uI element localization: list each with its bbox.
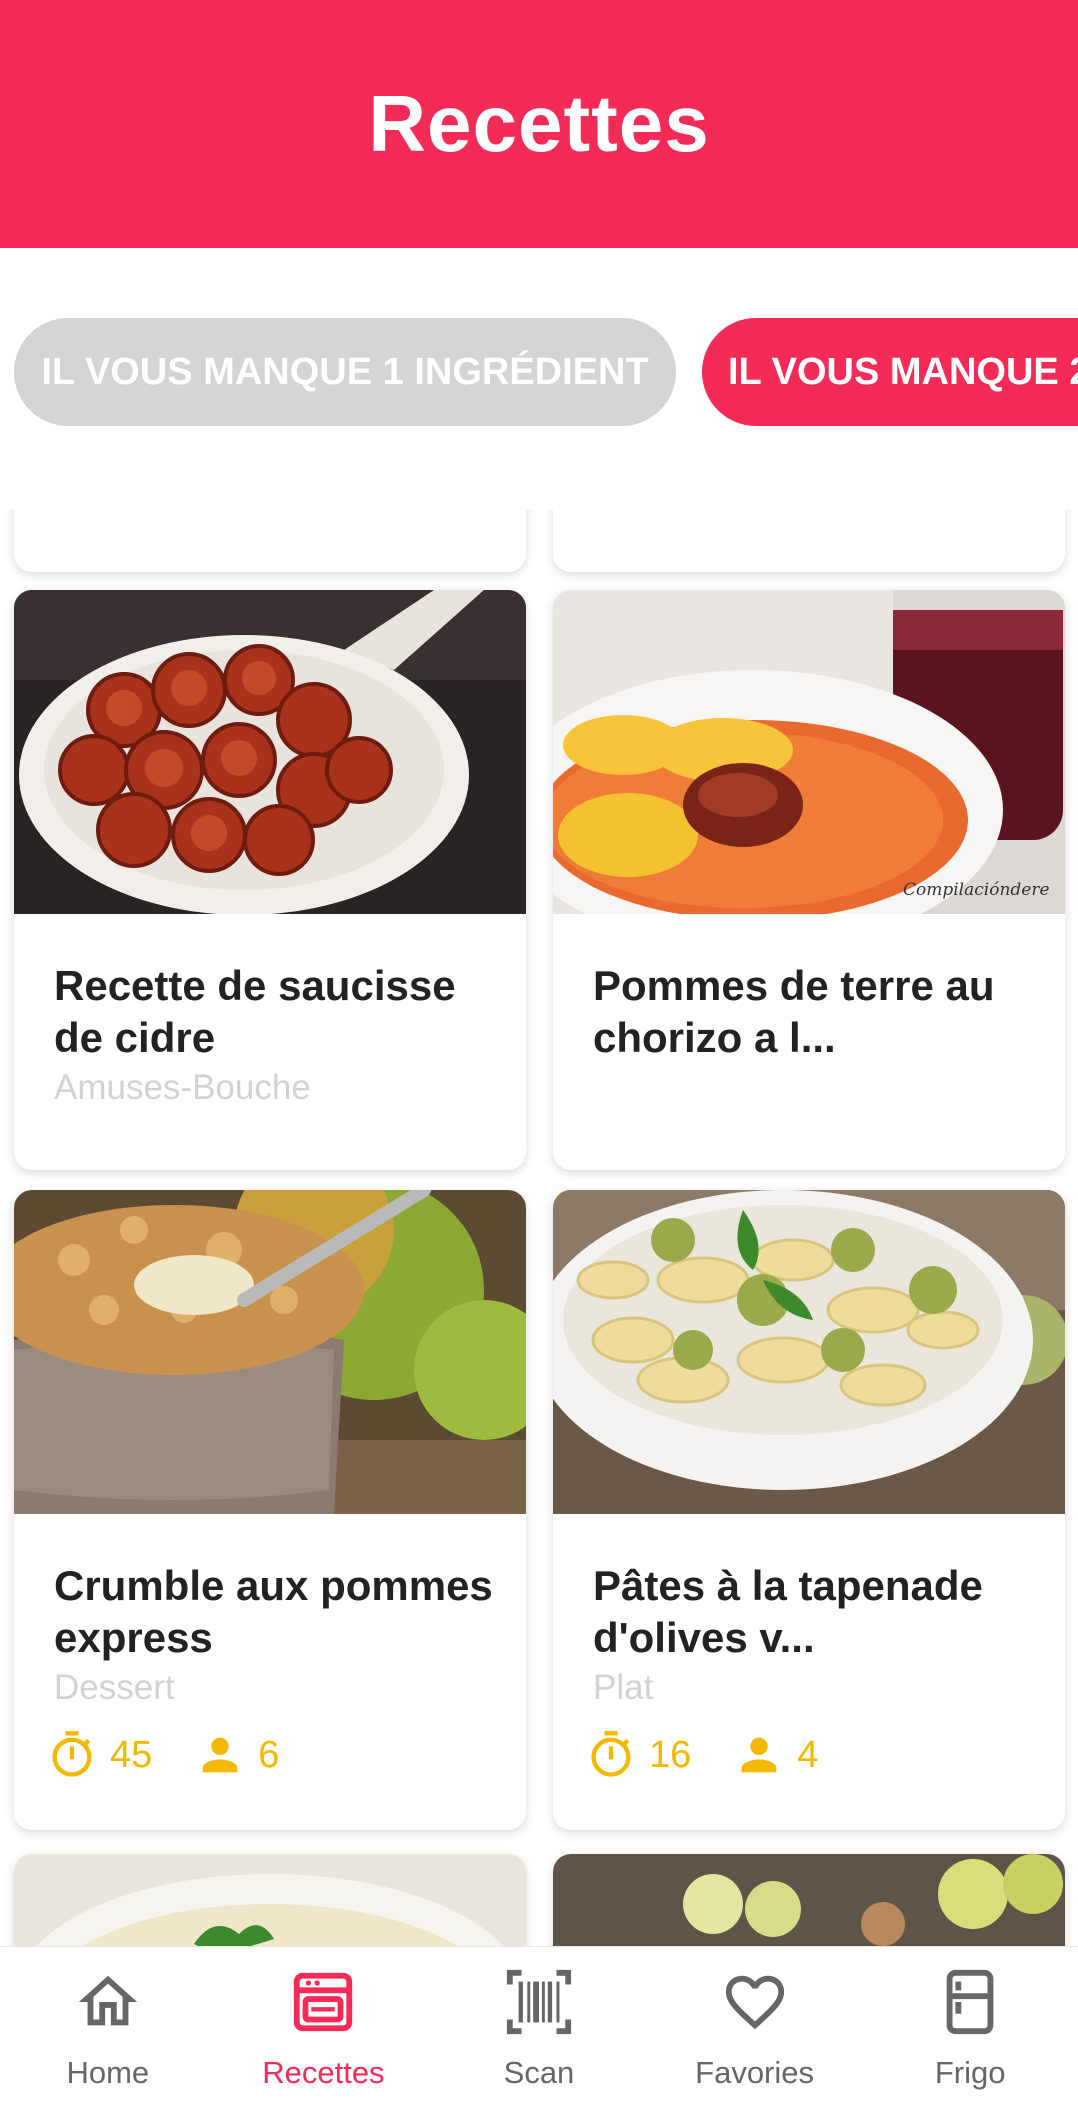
heart-icon	[725, 1975, 784, 2030]
recipe-servings: 6	[258, 1733, 280, 1776]
image-watermark: Compilacióndere	[903, 880, 1050, 900]
page-title: Recettes	[368, 79, 710, 168]
recipe-card-partial[interactable]	[553, 1854, 1065, 1946]
nav-item-home[interactable]: Home	[0, 1947, 216, 2121]
recipe-image-potato-chorizo: Compilacióndere	[553, 590, 1065, 914]
filter-chips: IL VOUS MANQUE 1 INGRÉDIENT IL VOUS MANQ…	[0, 318, 1078, 426]
recipe-image-sausage	[14, 590, 526, 914]
recipe-category: Dessert	[54, 1668, 175, 1707]
recipe-card-partial[interactable]	[553, 510, 1065, 572]
nav-item-frigo[interactable]: Frigo	[862, 1947, 1078, 2121]
recipe-grid: Recette de saucisse de cidre Amuses-Bouc…	[0, 510, 1078, 1946]
recipe-time: 16	[649, 1733, 692, 1776]
recipe-image-crumble	[14, 1190, 526, 1514]
recipe-image-salad	[553, 1854, 1065, 1946]
recipe-card-partial[interactable]	[14, 510, 526, 572]
barcode-icon	[506, 1969, 572, 2035]
recipe-card-partial[interactable]	[14, 1854, 526, 1946]
filter-chip-missing-2[interactable]: IL VOUS MANQUE 2 INGRÉDIENTS	[702, 318, 1078, 426]
recipe-card[interactable]: Compilacióndere Pommes de terre au chori…	[553, 590, 1065, 1170]
nav-item-favories[interactable]: Favories	[647, 1947, 863, 2121]
recipe-image-soup	[14, 1854, 526, 1946]
bottom-navigation: Home Recettes Scan Favories Frigo	[0, 1946, 1078, 2121]
nav-label: Frigo	[934, 2055, 1006, 2090]
recipe-card[interactable]: Recette de saucisse de cidre Amuses-Bouc…	[14, 590, 526, 1170]
nav-label: Home	[66, 2055, 150, 2090]
recipe-card[interactable]: Pâtes à la tapenade d'olives v... Plat 1…	[553, 1190, 1065, 1830]
timer-icon	[52, 1731, 92, 1777]
recipe-time: 45	[110, 1733, 153, 1776]
recipe-meta: 45 6	[46, 1725, 321, 1785]
timer-icon	[591, 1731, 631, 1777]
nav-label: Scan	[503, 2055, 575, 2090]
person-icon	[202, 1737, 238, 1773]
recipe-meta: 16 4	[585, 1725, 860, 1785]
home-icon	[78, 1975, 137, 2026]
recipe-card[interactable]: Crumble aux pommes express Dessert 45 6	[14, 1190, 526, 1830]
recipe-title: Recette de saucisse de cidre	[54, 962, 456, 1061]
person-icon	[741, 1737, 777, 1773]
recipe-title: Pâtes à la tapenade d'olives v...	[593, 1562, 983, 1661]
recipe-image-pasta	[553, 1190, 1065, 1514]
filter-chip-missing-1[interactable]: IL VOUS MANQUE 1 INGRÉDIENT	[14, 318, 676, 426]
recipe-category: Plat	[593, 1668, 654, 1707]
oven-icon	[294, 1972, 353, 2032]
recipe-title: Pommes de terre au chorizo a l...	[593, 962, 995, 1061]
nav-item-scan[interactable]: Scan	[431, 1947, 647, 2121]
recipe-category: Amuses-Bouche	[54, 1068, 311, 1107]
recipe-title: Crumble aux pommes express	[54, 1562, 493, 1661]
nav-item-recettes[interactable]: Recettes	[216, 1947, 432, 2121]
app-header: Recettes	[0, 0, 1078, 248]
fridge-icon	[946, 1969, 994, 2035]
recipe-servings: 4	[797, 1733, 819, 1776]
nav-label: Recettes	[262, 2055, 385, 2090]
nav-label: Favories	[695, 2055, 815, 2090]
